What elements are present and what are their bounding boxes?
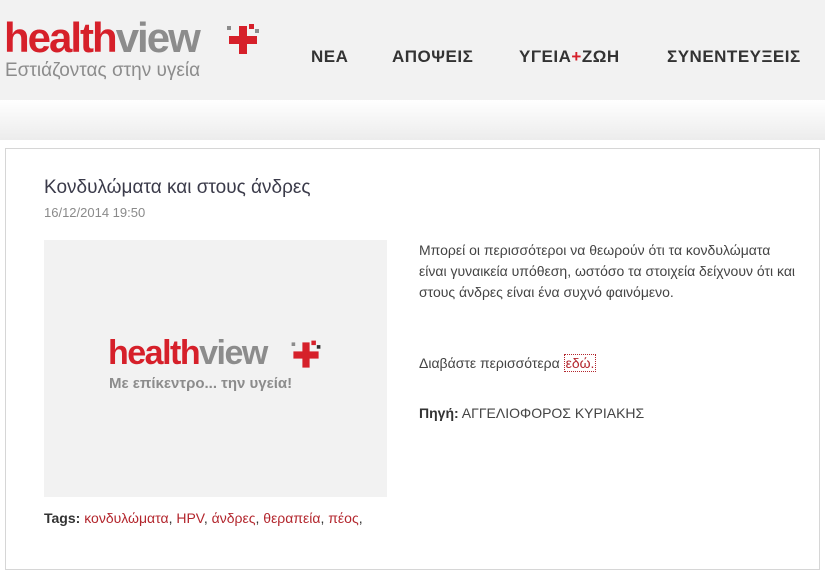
image-logo: healthview Με επίκεντρο... την υγεία! <box>108 333 348 403</box>
logo-tagline: Εστιάζοντας στην υγεία <box>5 60 201 81</box>
source-value: ΑΓΓΕΛΙΟΦΟΡΟΣ ΚΥΡΙΑΚΗΣ <box>458 405 645 421</box>
tag-link[interactable]: HPV <box>176 510 204 526</box>
nav-item-ygeia-zoi[interactable]: ΥΓΕΙΑ+ΖΩΗ <box>519 47 620 69</box>
nav-item-nea[interactable]: ΝΕΑ <box>311 47 348 69</box>
site-logo[interactable]: healthview Εστιάζοντας στην υγεία <box>4 14 264 84</box>
article-date: 16/12/2014 19:50 <box>44 205 146 220</box>
header-divider-strip <box>0 100 825 140</box>
nav-label-zoi: ΖΩΗ <box>581 47 620 66</box>
nav-plus: + <box>571 47 582 66</box>
read-more-prefix: Διαβάστε περισσότερα <box>419 355 564 371</box>
nav-item-synenteykseis[interactable]: ΣΥΝΕΝΤΕΥΞΕΙΣ <box>667 47 801 69</box>
source-label: Πηγή: <box>419 405 459 421</box>
image-cross-icon <box>291 340 321 368</box>
site-header: healthview Εστιάζοντας στην υγεία ΝΕΑ ΑΠ… <box>0 0 825 100</box>
nav-item-apopseis[interactable]: ΑΠΟΨΕΙΣ <box>392 47 473 69</box>
article-image[interactable]: healthview Με επίκεντρο... την υγεία! <box>44 240 387 497</box>
image-logo-wordmark: healthview <box>108 334 268 372</box>
article-title[interactable]: Κονδυλώματα και στους άνδρες <box>44 177 311 199</box>
logo-wordmark: healthview <box>4 14 201 61</box>
tag-link[interactable]: κονδυλώματα <box>84 510 168 526</box>
source-line: Πηγή: ΑΓΓΕΛΙΟΦΟΡΟΣ ΚΥΡΙΑΚΗΣ <box>419 405 644 421</box>
image-logo-tagline: Με επίκεντρο... την υγεία! <box>109 375 293 392</box>
nav-label-ygeia: ΥΓΕΙΑ <box>519 47 572 66</box>
tag-link[interactable]: άνδρες <box>212 510 256 526</box>
tags-label: Tags: <box>44 510 81 526</box>
read-more-link[interactable]: εδώ. <box>563 354 597 372</box>
tags-row: Tags: κονδυλώματα, HPV, άνδρες, θεραπεία… <box>44 510 363 526</box>
read-more-line: Διαβάστε περισσότερα εδώ. <box>419 354 597 372</box>
tag-link[interactable]: θεραπεία <box>263 510 320 526</box>
article-body: Μπορεί οι περισσότεροι να θεωρούν ότι τα… <box>419 242 796 300</box>
logo-cross-icon <box>227 24 259 54</box>
tag-link[interactable]: πέος <box>328 510 358 526</box>
